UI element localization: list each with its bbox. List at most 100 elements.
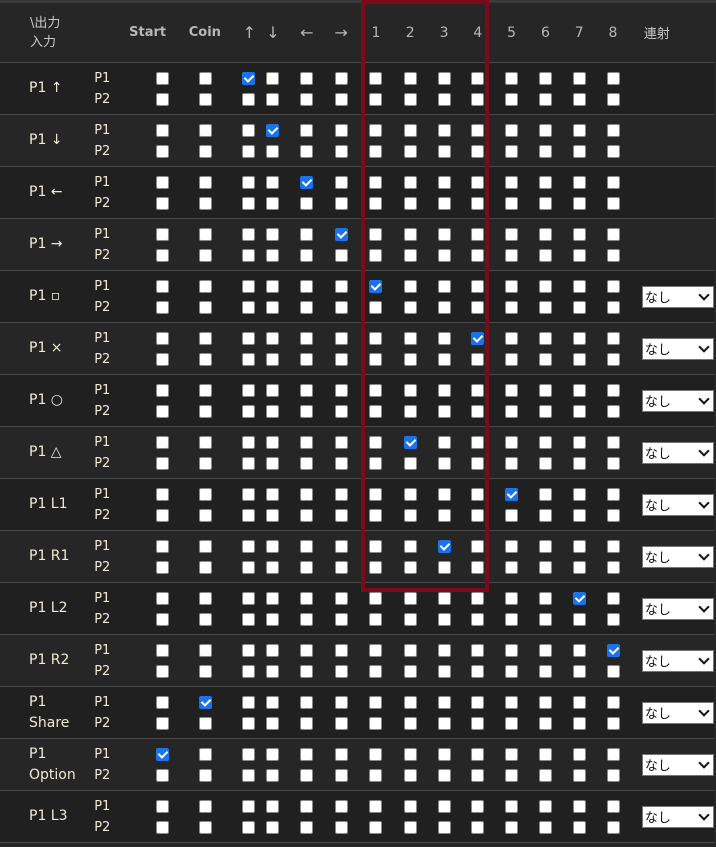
checkbox-btn8-p2[interactable] bbox=[606, 404, 620, 418]
checkbox-btn3-p2[interactable] bbox=[437, 456, 451, 470]
checkbox-btn4-p1[interactable] bbox=[471, 487, 485, 501]
checkbox-left-p1[interactable] bbox=[300, 487, 314, 501]
checkbox-btn8-p2[interactable] bbox=[606, 92, 620, 106]
checkbox-btn4-p2[interactable] bbox=[471, 508, 485, 522]
checkbox-btn5-p1[interactable] bbox=[505, 487, 519, 501]
checkbox-coin-p2[interactable] bbox=[199, 456, 213, 470]
checkbox-btn5-p2[interactable] bbox=[505, 768, 519, 782]
checkbox-btn3-p1[interactable] bbox=[437, 279, 451, 293]
checkbox-btn6-p2[interactable] bbox=[538, 92, 552, 106]
checkbox-up-p2[interactable] bbox=[242, 92, 256, 106]
checkbox-btn5-p2[interactable] bbox=[505, 144, 519, 158]
checkbox-btn3-p1[interactable] bbox=[437, 695, 451, 709]
checkbox-btn5-p2[interactable] bbox=[505, 248, 519, 262]
checkbox-btn4-p2[interactable] bbox=[471, 820, 485, 834]
checkbox-btn5-p2[interactable] bbox=[505, 92, 519, 106]
checkbox-btn1-p2[interactable] bbox=[369, 664, 383, 678]
checkbox-start-p2[interactable] bbox=[156, 716, 170, 730]
checkbox-right-p1[interactable] bbox=[334, 591, 348, 605]
checkbox-left-p1[interactable] bbox=[300, 643, 314, 657]
checkbox-up-p1[interactable] bbox=[242, 227, 256, 241]
checkbox-btn5-p2[interactable] bbox=[505, 352, 519, 366]
checkbox-coin-p2[interactable] bbox=[199, 196, 213, 210]
rapid-fire-select[interactable]: なし bbox=[641, 337, 714, 360]
rapid-fire-select[interactable]: なし bbox=[641, 649, 714, 672]
checkbox-btn2-p1[interactable] bbox=[403, 747, 417, 761]
checkbox-btn1-p1[interactable] bbox=[369, 747, 383, 761]
checkbox-right-p2[interactable] bbox=[334, 612, 348, 626]
checkbox-start-p1[interactable] bbox=[156, 175, 170, 189]
checkbox-btn3-p2[interactable] bbox=[437, 560, 451, 574]
checkbox-coin-p1[interactable] bbox=[199, 591, 213, 605]
checkbox-btn3-p2[interactable] bbox=[437, 716, 451, 730]
checkbox-btn7-p2[interactable] bbox=[572, 716, 586, 730]
checkbox-start-p2[interactable] bbox=[156, 664, 170, 678]
checkbox-btn1-p2[interactable] bbox=[369, 196, 383, 210]
checkbox-btn2-p2[interactable] bbox=[403, 768, 417, 782]
checkbox-left-p1[interactable] bbox=[300, 227, 314, 241]
checkbox-up-p1[interactable] bbox=[242, 695, 256, 709]
checkbox-btn3-p2[interactable] bbox=[437, 508, 451, 522]
checkbox-btn4-p1[interactable] bbox=[471, 695, 485, 709]
checkbox-up-p1[interactable] bbox=[242, 279, 256, 293]
checkbox-up-p2[interactable] bbox=[242, 820, 256, 834]
checkbox-btn6-p1[interactable] bbox=[538, 383, 552, 397]
checkbox-coin-p1[interactable] bbox=[199, 279, 213, 293]
checkbox-down-p2[interactable] bbox=[266, 508, 280, 522]
checkbox-btn5-p1[interactable] bbox=[505, 747, 519, 761]
checkbox-right-p1[interactable] bbox=[334, 227, 348, 241]
checkbox-btn3-p2[interactable] bbox=[437, 664, 451, 678]
checkbox-btn8-p2[interactable] bbox=[606, 664, 620, 678]
checkbox-btn1-p1[interactable] bbox=[369, 539, 383, 553]
checkbox-btn2-p1[interactable] bbox=[403, 799, 417, 813]
checkbox-btn5-p2[interactable] bbox=[505, 664, 519, 678]
checkbox-down-p2[interactable] bbox=[266, 196, 280, 210]
checkbox-btn5-p1[interactable] bbox=[505, 539, 519, 553]
checkbox-btn8-p1[interactable] bbox=[606, 643, 620, 657]
checkbox-btn1-p1[interactable] bbox=[369, 643, 383, 657]
checkbox-left-p2[interactable] bbox=[300, 144, 314, 158]
checkbox-btn2-p1[interactable] bbox=[403, 227, 417, 241]
checkbox-btn6-p1[interactable] bbox=[538, 487, 552, 501]
checkbox-btn6-p1[interactable] bbox=[538, 123, 552, 137]
checkbox-start-p2[interactable] bbox=[156, 352, 170, 366]
checkbox-left-p2[interactable] bbox=[300, 820, 314, 834]
checkbox-left-p2[interactable] bbox=[300, 404, 314, 418]
checkbox-down-p1[interactable] bbox=[266, 227, 280, 241]
checkbox-btn4-p2[interactable] bbox=[471, 92, 485, 106]
checkbox-coin-p2[interactable] bbox=[199, 248, 213, 262]
checkbox-btn6-p2[interactable] bbox=[538, 612, 552, 626]
checkbox-btn8-p1[interactable] bbox=[606, 435, 620, 449]
checkbox-btn7-p2[interactable] bbox=[572, 560, 586, 574]
checkbox-btn7-p1[interactable] bbox=[572, 331, 586, 345]
checkbox-btn8-p1[interactable] bbox=[606, 539, 620, 553]
checkbox-btn1-p2[interactable] bbox=[369, 560, 383, 574]
checkbox-coin-p2[interactable] bbox=[199, 612, 213, 626]
rapid-fire-select[interactable]: なし bbox=[641, 597, 714, 620]
checkbox-right-p1[interactable] bbox=[334, 799, 348, 813]
checkbox-btn3-p1[interactable] bbox=[437, 747, 451, 761]
checkbox-right-p1[interactable] bbox=[334, 695, 348, 709]
checkbox-coin-p2[interactable] bbox=[199, 664, 213, 678]
checkbox-btn6-p1[interactable] bbox=[538, 71, 552, 85]
checkbox-up-p1[interactable] bbox=[242, 71, 256, 85]
checkbox-btn1-p1[interactable] bbox=[369, 123, 383, 137]
checkbox-btn4-p1[interactable] bbox=[471, 331, 485, 345]
checkbox-coin-p2[interactable] bbox=[199, 352, 213, 366]
checkbox-btn7-p2[interactable] bbox=[572, 456, 586, 470]
checkbox-left-p1[interactable] bbox=[300, 123, 314, 137]
checkbox-btn1-p2[interactable] bbox=[369, 404, 383, 418]
checkbox-btn8-p2[interactable] bbox=[606, 352, 620, 366]
checkbox-btn5-p1[interactable] bbox=[505, 227, 519, 241]
checkbox-btn3-p1[interactable] bbox=[437, 227, 451, 241]
checkbox-btn8-p1[interactable] bbox=[606, 591, 620, 605]
checkbox-start-p2[interactable] bbox=[156, 560, 170, 574]
checkbox-btn7-p1[interactable] bbox=[572, 591, 586, 605]
checkbox-btn4-p1[interactable] bbox=[471, 799, 485, 813]
checkbox-down-p2[interactable] bbox=[266, 248, 280, 262]
checkbox-right-p2[interactable] bbox=[334, 456, 348, 470]
checkbox-right-p2[interactable] bbox=[334, 248, 348, 262]
checkbox-btn1-p1[interactable] bbox=[369, 175, 383, 189]
checkbox-btn1-p1[interactable] bbox=[369, 227, 383, 241]
checkbox-btn1-p2[interactable] bbox=[369, 352, 383, 366]
